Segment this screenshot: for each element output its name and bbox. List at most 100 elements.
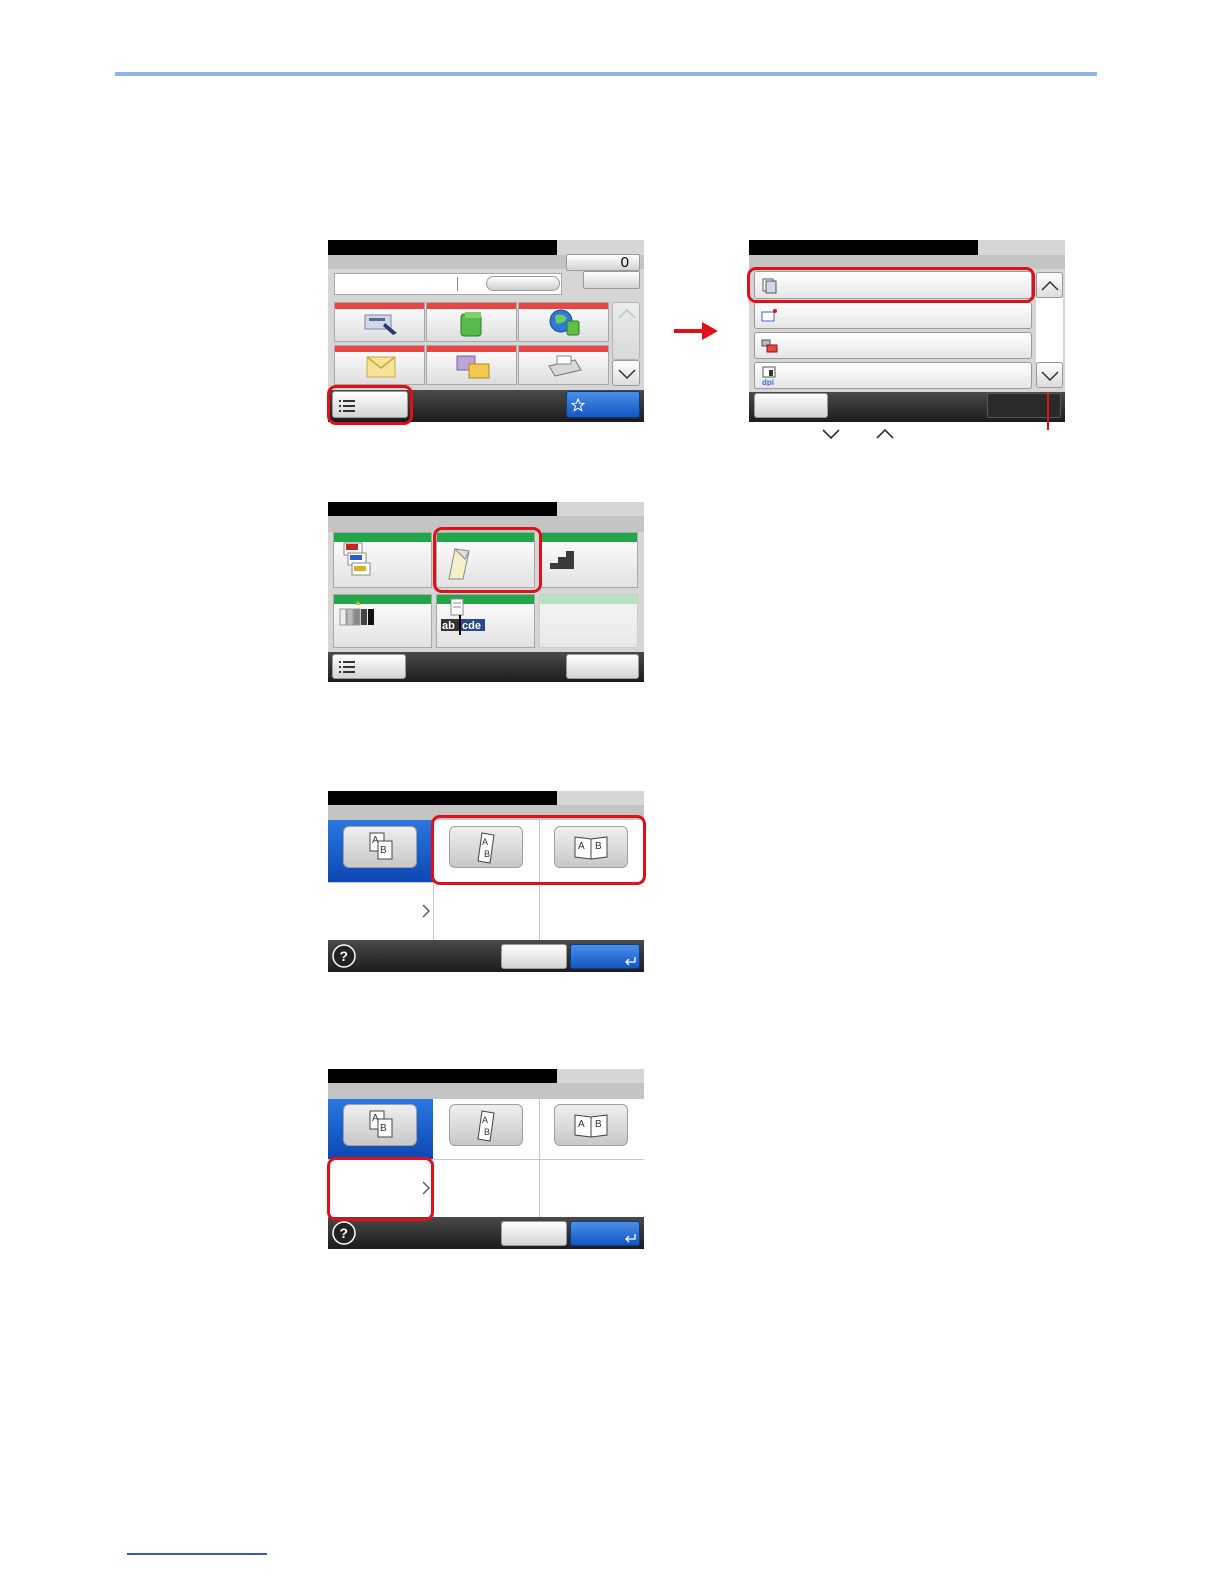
dpi-icon: dpi: [762, 366, 776, 386]
duplex-page-icon: [448, 548, 470, 580]
scroll-down-button[interactable]: [1036, 362, 1063, 388]
duplex-options-screen: AB AB AB ?: [328, 791, 644, 972]
divider: [539, 820, 540, 940]
cancel-button[interactable]: [501, 944, 567, 969]
image-quality-tile[interactable]: [333, 594, 432, 648]
function-menu-button[interactable]: [332, 391, 408, 418]
chevron-down-icon: [618, 369, 636, 379]
svg-text:A: A: [578, 1119, 585, 1130]
list-row-resolution[interactable]: dpi: [754, 362, 1032, 389]
ok-button[interactable]: [570, 1221, 640, 1246]
divider: [433, 1159, 434, 1217]
ok-button[interactable]: [570, 944, 640, 969]
svg-text:?: ?: [340, 948, 349, 964]
duplex-icon: [761, 309, 777, 322]
status-strip: [328, 1083, 644, 1099]
original-orientation-cell[interactable]: [328, 1159, 433, 1217]
screen-title-bar: [749, 240, 978, 255]
text-abcde-icon: ab cde: [441, 598, 485, 635]
app-tile-2[interactable]: [426, 302, 517, 342]
text-entry-tile[interactable]: ab cde: [436, 594, 535, 648]
job-counter: 0: [566, 254, 640, 271]
list-row-zoom[interactable]: [754, 332, 1032, 359]
1-sided-icon-box: AB: [343, 826, 417, 868]
app-tile-5[interactable]: [426, 345, 517, 385]
1-sided-icon-box: AB: [343, 1104, 417, 1146]
list-icon: [339, 400, 355, 412]
2-sided-icon: AB: [477, 832, 495, 864]
chevron-up-icon: [618, 309, 636, 319]
star-icon: [571, 398, 585, 412]
favorites-button[interactable]: [566, 391, 640, 418]
open-book-icon: AB: [574, 836, 608, 860]
status-strip: [749, 255, 1065, 269]
scroll-up-button[interactable]: [1036, 272, 1063, 298]
status-button[interactable]: [583, 271, 640, 289]
destination-field[interactable]: [334, 273, 562, 295]
help-icon[interactable]: ?: [331, 943, 357, 969]
function-menu-button[interactable]: [332, 654, 406, 679]
help-icon[interactable]: ?: [331, 1220, 357, 1246]
footer-link-underline[interactable]: [127, 1553, 267, 1555]
chevron-right-icon: [422, 904, 430, 918]
original-orientation-cell[interactable]: [328, 882, 433, 940]
app-tile-6[interactable]: [518, 345, 609, 385]
status-strip: [328, 516, 644, 532]
pill-button[interactable]: [486, 276, 560, 291]
orientation-screen: AB AB AB ?: [328, 1069, 644, 1249]
close-button[interactable]: [754, 393, 828, 418]
disabled-button: [987, 393, 1061, 418]
option-2-sided[interactable]: AB: [433, 820, 539, 882]
app-tile-4[interactable]: [334, 345, 425, 385]
svg-text:A: A: [578, 841, 585, 852]
scroll-down-button[interactable]: [612, 360, 640, 386]
density-icon: [550, 551, 574, 569]
enter-icon: [625, 1234, 636, 1243]
shared-folder-icon: [456, 355, 490, 379]
svg-text:B: B: [595, 841, 602, 852]
2-sided-icon-box: AB: [449, 826, 523, 868]
app-tile-3[interactable]: [518, 302, 609, 342]
list-row-duplex[interactable]: [754, 302, 1032, 329]
density-tile[interactable]: [539, 532, 638, 588]
option-book[interactable]: AB: [539, 1099, 644, 1159]
divider: [433, 882, 434, 940]
home-screen: 0: [328, 240, 644, 422]
zoom-icon: [761, 339, 778, 353]
list-icon: [339, 661, 355, 673]
svg-text:A: A: [482, 837, 488, 847]
book-icon-box: AB: [554, 826, 628, 868]
svg-text:B: B: [484, 849, 490, 859]
mail-icon: [366, 356, 396, 378]
open-book-icon: AB: [574, 1114, 608, 1138]
svg-text:cde: cde: [462, 620, 481, 632]
original-size-icon: [762, 278, 777, 294]
list-row-original-size[interactable]: [754, 271, 1032, 299]
1-sided-icon: AB: [369, 832, 393, 860]
address-book-icon: [364, 314, 397, 335]
book-icon-box: AB: [554, 1104, 628, 1146]
svg-text:ab: ab: [442, 620, 455, 632]
duplex-tile[interactable]: [436, 532, 535, 588]
option-2-sided[interactable]: AB: [433, 1099, 539, 1159]
chevron-down-icon: [822, 429, 840, 440]
svg-text:B: B: [380, 845, 387, 856]
option-book[interactable]: AB: [539, 820, 644, 882]
screen-title-bar: [328, 240, 557, 255]
option-1-sided-selected[interactable]: AB: [328, 1099, 433, 1159]
divider: [539, 1099, 540, 1217]
function-tiles-screen: ab cde: [328, 502, 644, 682]
option-1-sided-selected[interactable]: AB: [328, 820, 433, 882]
cancel-button[interactable]: [501, 1221, 567, 1246]
function-list-screen: dpi: [749, 240, 1065, 422]
close-button[interactable]: [566, 654, 639, 679]
screen-title-bar: [328, 1069, 557, 1083]
quality-gradient-icon: [339, 601, 374, 626]
globe-icon: [549, 309, 580, 336]
chevron-up-icon: [876, 428, 894, 439]
scroll-track[interactable]: [1036, 298, 1063, 362]
scroll-up-button[interactable]: [612, 302, 640, 360]
header-rule: [115, 72, 1097, 76]
app-tile-1[interactable]: [334, 302, 425, 342]
file-format-tile[interactable]: [333, 532, 432, 588]
